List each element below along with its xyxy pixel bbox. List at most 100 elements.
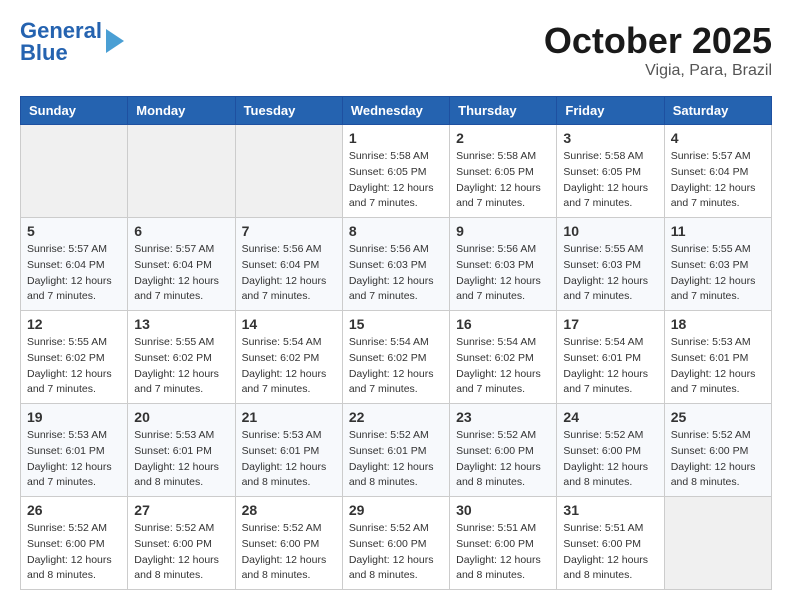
day-number: 6 bbox=[134, 223, 228, 239]
day-number: 16 bbox=[456, 316, 550, 332]
day-info: Sunrise: 5:52 AMSunset: 6:00 PMDaylight:… bbox=[349, 521, 443, 584]
day-info: Sunrise: 5:51 AMSunset: 6:00 PMDaylight:… bbox=[563, 521, 657, 584]
day-info: Sunrise: 5:53 AMSunset: 6:01 PMDaylight:… bbox=[242, 428, 336, 491]
logo: General Blue bbox=[20, 20, 124, 64]
day-number: 23 bbox=[456, 409, 550, 425]
calendar-day-cell: 4Sunrise: 5:57 AMSunset: 6:04 PMDaylight… bbox=[664, 125, 771, 218]
day-info: Sunrise: 5:51 AMSunset: 6:00 PMDaylight:… bbox=[456, 521, 550, 584]
day-number: 21 bbox=[242, 409, 336, 425]
title-block: October 2025 Vigia, Para, Brazil bbox=[544, 20, 772, 80]
day-info: Sunrise: 5:53 AMSunset: 6:01 PMDaylight:… bbox=[671, 335, 765, 398]
day-info: Sunrise: 5:58 AMSunset: 6:05 PMDaylight:… bbox=[456, 149, 550, 212]
calendar-day-cell: 30 Sunrise: 5:51 AMSunset: 6:00 PMDayligh… bbox=[450, 497, 557, 590]
calendar-day-cell: 15Sunrise: 5:54 AMSunset: 6:02 PMDayligh… bbox=[342, 311, 449, 404]
day-info: Sunrise: 5:57 AMSunset: 6:04 PMDaylight:… bbox=[134, 242, 228, 305]
day-info: Sunrise: 5:56 AMSunset: 6:03 PMDaylight:… bbox=[349, 242, 443, 305]
day-of-week-header: Thursday bbox=[450, 97, 557, 125]
day-number: 2 bbox=[456, 130, 550, 146]
calendar-day-cell: 10 Sunrise: 5:55 AMSunset: 6:03 PMDayligh… bbox=[557, 218, 664, 311]
calendar-day-cell bbox=[664, 497, 771, 590]
day-info: Sunrise: 5:54 AMSunset: 6:02 PMDaylight:… bbox=[456, 335, 550, 398]
day-number: 15 bbox=[349, 316, 443, 332]
day-number: 14 bbox=[242, 316, 336, 332]
day-number: 22 bbox=[349, 409, 443, 425]
calendar-week-row: 12Sunrise: 5:55 AMSunset: 6:02 PMDayligh… bbox=[21, 311, 772, 404]
calendar-day-cell: 24Sunrise: 5:52 AMSunset: 6:00 PMDayligh… bbox=[557, 404, 664, 497]
day-info: Sunrise: 5:55 AMSunset: 6:03 PMDaylight:… bbox=[563, 242, 657, 305]
calendar-day-cell: 6 Sunrise: 5:57 AMSunset: 6:04 PMDaylight… bbox=[128, 218, 235, 311]
day-of-week-header: Wednesday bbox=[342, 97, 449, 125]
calendar-day-cell: 7 Sunrise: 5:56 AMSunset: 6:04 PMDaylight… bbox=[235, 218, 342, 311]
day-number: 3 bbox=[563, 130, 657, 146]
calendar-day-cell: 26Sunrise: 5:52 AMSunset: 6:00 PMDayligh… bbox=[21, 497, 128, 590]
day-info: Sunrise: 5:52 AMSunset: 6:00 PMDaylight:… bbox=[671, 428, 765, 491]
calendar-week-row: 5Sunrise: 5:57 AMSunset: 6:04 PMDaylight… bbox=[21, 218, 772, 311]
logo-text: General bbox=[20, 20, 102, 42]
page-header: General Blue October 2025 Vigia, Para, B… bbox=[20, 20, 772, 80]
day-number: 13 bbox=[134, 316, 228, 332]
calendar-day-cell: 21 Sunrise: 5:53 AMSunset: 6:01 PMDayligh… bbox=[235, 404, 342, 497]
day-info: Sunrise: 5:54 AMSunset: 6:01 PMDaylight:… bbox=[563, 335, 657, 398]
day-of-week-header: Saturday bbox=[664, 97, 771, 125]
calendar-day-cell: 8 Sunrise: 5:56 AMSunset: 6:03 PMDaylight… bbox=[342, 218, 449, 311]
day-info: Sunrise: 5:58 AMSunset: 6:05 PMDaylight:… bbox=[563, 149, 657, 212]
day-number: 17 bbox=[563, 316, 657, 332]
location-subtitle: Vigia, Para, Brazil bbox=[544, 62, 772, 80]
calendar-day-cell: 20 Sunrise: 5:53 AMSunset: 6:01 PMDayligh… bbox=[128, 404, 235, 497]
day-number: 25 bbox=[671, 409, 765, 425]
calendar-day-cell: 11 Sunrise: 5:55 AMSunset: 6:03 PMDayligh… bbox=[664, 218, 771, 311]
calendar-week-row: 26 Sunrise: 5:52 AMSunset: 6:00 PMDayligh… bbox=[21, 497, 772, 590]
calendar-day-cell bbox=[21, 125, 128, 218]
day-number: 10 bbox=[563, 223, 657, 239]
day-of-week-header: Sunday bbox=[21, 97, 128, 125]
day-number: 18 bbox=[671, 316, 765, 332]
calendar-day-cell bbox=[128, 125, 235, 218]
day-number: 9 bbox=[456, 223, 550, 239]
day-number: 19 bbox=[27, 409, 121, 425]
calendar-day-cell: 5Sunrise: 5:57 AMSunset: 6:04 PMDaylight… bbox=[21, 218, 128, 311]
calendar-day-cell: 22 Sunrise: 5:52 AMSunset: 6:01 PMDayligh… bbox=[342, 404, 449, 497]
calendar-day-cell: 3 Sunrise: 5:58 AMSunset: 6:05 PMDaylight… bbox=[557, 125, 664, 218]
day-number: 7 bbox=[242, 223, 336, 239]
day-info: Sunrise: 5:56 AMSunset: 6:03 PMDaylight:… bbox=[456, 242, 550, 305]
month-title: October 2025 bbox=[544, 20, 772, 62]
calendar-day-cell: 9 Sunrise: 5:56 AMSunset: 6:03 PMDaylight… bbox=[450, 218, 557, 311]
day-number: 8 bbox=[349, 223, 443, 239]
day-number: 30 bbox=[456, 502, 550, 518]
day-number: 24 bbox=[563, 409, 657, 425]
day-info: Sunrise: 5:52 AMSunset: 6:00 PMDaylight:… bbox=[134, 521, 228, 584]
calendar-week-row: 1 Sunrise: 5:58 AMSunset: 6:05 PMDaylight… bbox=[21, 125, 772, 218]
calendar-day-cell: 31Sunrise: 5:51 AMSunset: 6:00 PMDayligh… bbox=[557, 497, 664, 590]
calendar-day-cell: 25 Sunrise: 5:52 AMSunset: 6:00 PMDayligh… bbox=[664, 404, 771, 497]
day-number: 11 bbox=[671, 223, 765, 239]
day-info: Sunrise: 5:57 AMSunset: 6:04 PMDaylight:… bbox=[27, 242, 121, 305]
calendar-day-cell: 13Sunrise: 5:55 AMSunset: 6:02 PMDayligh… bbox=[128, 311, 235, 404]
day-info: Sunrise: 5:55 AMSunset: 6:03 PMDaylight:… bbox=[671, 242, 765, 305]
calendar-day-cell: 17 Sunrise: 5:54 AMSunset: 6:01 PMDayligh… bbox=[557, 311, 664, 404]
day-number: 27 bbox=[134, 502, 228, 518]
calendar-day-cell: 28Sunrise: 5:52 AMSunset: 6:00 PMDayligh… bbox=[235, 497, 342, 590]
logo-arrow-icon bbox=[106, 29, 124, 53]
day-number: 26 bbox=[27, 502, 121, 518]
calendar-day-cell: 12Sunrise: 5:55 AMSunset: 6:02 PMDayligh… bbox=[21, 311, 128, 404]
calendar-day-cell bbox=[235, 125, 342, 218]
day-info: Sunrise: 5:53 AMSunset: 6:01 PMDaylight:… bbox=[27, 428, 121, 491]
calendar-day-cell: 14 Sunrise: 5:54 AMSunset: 6:02 PMDayligh… bbox=[235, 311, 342, 404]
day-info: Sunrise: 5:58 AMSunset: 6:05 PMDaylight:… bbox=[349, 149, 443, 212]
day-number: 1 bbox=[349, 130, 443, 146]
day-of-week-header: Tuesday bbox=[235, 97, 342, 125]
day-info: Sunrise: 5:52 AMSunset: 6:01 PMDaylight:… bbox=[349, 428, 443, 491]
day-info: Sunrise: 5:56 AMSunset: 6:04 PMDaylight:… bbox=[242, 242, 336, 305]
calendar-day-cell: 16 Sunrise: 5:54 AMSunset: 6:02 PMDayligh… bbox=[450, 311, 557, 404]
calendar-day-cell: 29 Sunrise: 5:52 AMSunset: 6:00 PMDayligh… bbox=[342, 497, 449, 590]
day-number: 20 bbox=[134, 409, 228, 425]
day-number: 29 bbox=[349, 502, 443, 518]
day-info: Sunrise: 5:53 AMSunset: 6:01 PMDaylight:… bbox=[134, 428, 228, 491]
calendar-day-cell: 18 Sunrise: 5:53 AMSunset: 6:01 PMDayligh… bbox=[664, 311, 771, 404]
calendar-header-row: SundayMondayTuesdayWednesdayThursdayFrid… bbox=[21, 97, 772, 125]
day-number: 12 bbox=[27, 316, 121, 332]
calendar-day-cell: 2 Sunrise: 5:58 AMSunset: 6:05 PMDaylight… bbox=[450, 125, 557, 218]
logo-text2: Blue bbox=[20, 42, 102, 64]
day-info: Sunrise: 5:54 AMSunset: 6:02 PMDaylight:… bbox=[242, 335, 336, 398]
day-info: Sunrise: 5:52 AMSunset: 6:00 PMDaylight:… bbox=[456, 428, 550, 491]
